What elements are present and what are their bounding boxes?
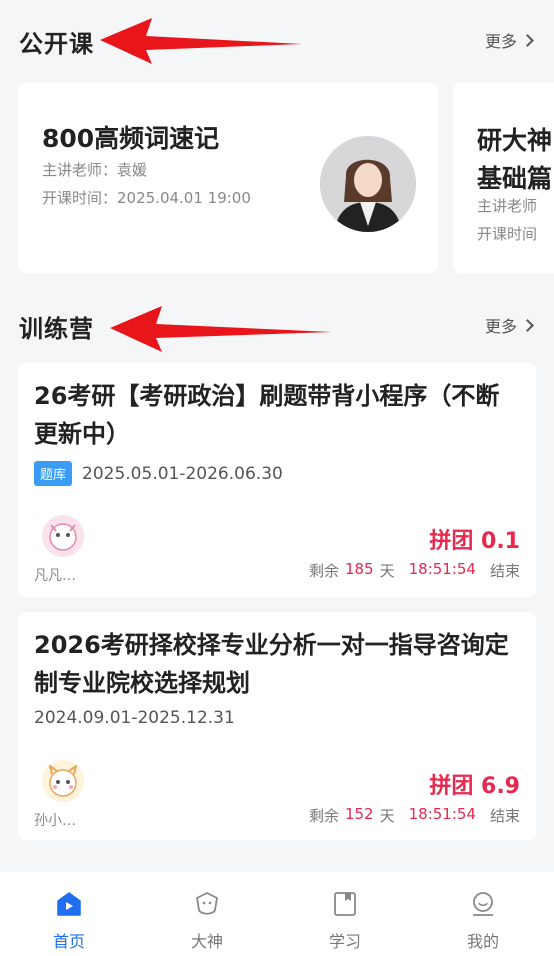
training-camp-title: 训练营 xyxy=(19,315,94,343)
training-camp-card[interactable]: 26考研【考研政治】刷题带背小程序（不断更新中） 题库 2025.05.01-2… xyxy=(18,363,536,597)
camp-date-row: 2024.09.01-2025.12.31 xyxy=(34,708,235,728)
chevron-right-icon xyxy=(521,318,534,332)
mascot-icon xyxy=(193,890,221,922)
tab-home[interactable]: 首页 xyxy=(0,872,138,956)
camp-date-row: 题库 2025.05.01-2026.06.30 xyxy=(34,461,283,486)
tab-dashen[interactable]: 大神 xyxy=(138,872,276,956)
tab-label: 首页 xyxy=(52,932,85,951)
course-title-line2: 基础篇 xyxy=(477,164,553,193)
end-suffix: 结束 xyxy=(489,807,520,825)
end-suffix: 结束 xyxy=(489,562,520,580)
bottom-tab-bar: 首页 大神 学习 我的 xyxy=(0,872,554,956)
course-time: 开课时间：2025.04.01 19:00 xyxy=(42,189,251,207)
training-camp-card[interactable]: 2026考研择校择专业分析一对一指导咨询定制专业院校选择规划 2024.09.0… xyxy=(18,612,536,840)
tab-label: 学习 xyxy=(328,932,361,951)
profile-icon xyxy=(469,890,497,922)
home-icon xyxy=(55,890,83,922)
more-label: 更多 xyxy=(484,317,517,336)
avatar xyxy=(42,760,84,802)
teacher-avatar xyxy=(320,136,416,232)
question-bank-badge: 题库 xyxy=(34,461,73,486)
course-teacher: 主讲老师：袁媛 xyxy=(42,161,148,179)
remain-days: 152 xyxy=(344,805,374,823)
remaining-time: 剩余 152 天 18:51:54 结束 xyxy=(309,805,520,826)
user-name: 孙小… xyxy=(34,813,76,829)
chevron-right-icon xyxy=(521,33,534,47)
remain-prefix: 剩余 xyxy=(308,807,339,825)
remain-prefix: 剩余 xyxy=(308,562,339,580)
course-title-line1: 研大神 xyxy=(477,126,553,155)
tab-label: 我的 xyxy=(466,932,499,951)
public-course-title: 公开课 xyxy=(19,30,94,58)
remaining-time: 剩余 185 天 18:51:54 结束 xyxy=(309,560,520,581)
public-course-card[interactable]: 研大神 基础篇 主讲老师 开课时间 xyxy=(453,83,554,273)
days-unit: 天 xyxy=(379,807,395,825)
red-arrow-annotation xyxy=(110,306,332,352)
camp-date-range: 2024.09.01-2025.12.31 xyxy=(34,708,235,728)
course-time: 开课时间 xyxy=(477,225,538,243)
red-arrow-annotation xyxy=(100,18,302,64)
group-buy-price: 拼团 0.1 xyxy=(429,529,520,554)
course-teacher: 主讲老师 xyxy=(477,197,538,215)
days-unit: 天 xyxy=(379,562,395,580)
user-name: 凡凡… xyxy=(34,568,76,584)
group-buy-price: 拼团 6.9 xyxy=(429,774,520,799)
camp-title: 26考研【考研政治】刷题带背小程序（不断更新中） xyxy=(34,382,500,448)
training-camp-more-link[interactable]: 更多 xyxy=(484,313,534,337)
tab-label: 大神 xyxy=(190,932,223,951)
book-icon xyxy=(331,890,359,922)
public-course-more-link[interactable]: 更多 xyxy=(484,28,534,52)
camp-title: 2026考研择校择专业分析一对一指导咨询定制专业院校选择规划 xyxy=(34,631,509,697)
course-title: 800高频词速记 xyxy=(42,124,220,153)
end-time: 18:51:54 xyxy=(408,805,476,823)
tab-profile[interactable]: 我的 xyxy=(414,872,552,956)
public-course-card[interactable]: 800高频词速记 主讲老师：袁媛 开课时间：2025.04.01 19:00 xyxy=(18,83,438,273)
camp-date-range: 2025.05.01-2026.06.30 xyxy=(82,463,283,484)
remain-days: 185 xyxy=(344,560,374,578)
end-time: 18:51:54 xyxy=(408,560,476,578)
tab-study[interactable]: 学习 xyxy=(276,872,414,956)
avatar xyxy=(42,515,84,557)
more-label: 更多 xyxy=(484,32,517,51)
